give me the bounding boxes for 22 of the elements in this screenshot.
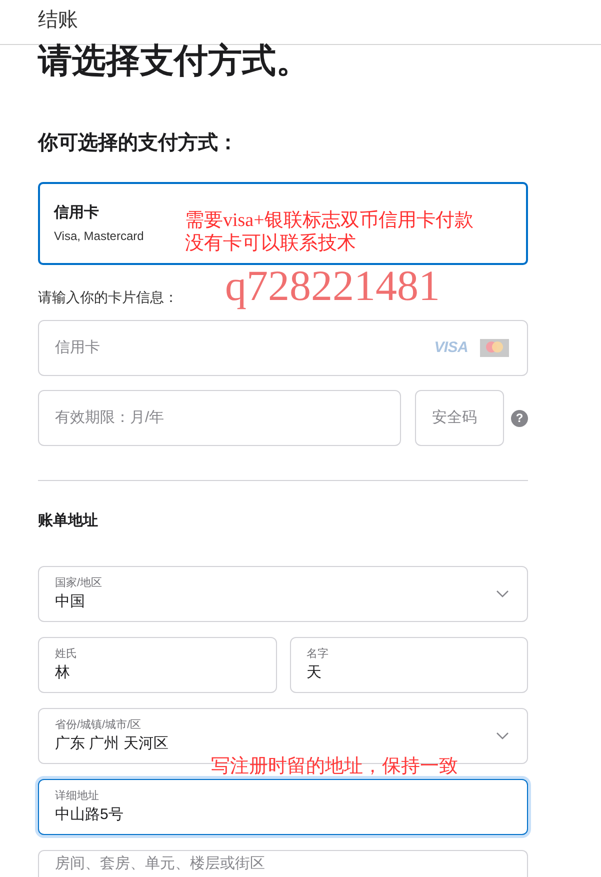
option-subtitle: Visa, Mastercard xyxy=(54,228,144,244)
card-logo-icon xyxy=(480,339,509,357)
section-heading: 你可选择的支付方式： xyxy=(38,131,238,155)
chevron-down-icon xyxy=(496,732,509,740)
input-field[interactable]: 安全码 xyxy=(415,390,504,446)
chevron-down-icon xyxy=(496,590,509,598)
input-field[interactable]: 名字 天 xyxy=(290,637,528,693)
header-title: 结账 xyxy=(38,8,78,32)
help-icon[interactable]: ? xyxy=(511,410,528,426)
annotation-text: 需要visa+银联标志双币信用卡付款 xyxy=(185,209,474,232)
option-title: 信用卡 xyxy=(54,204,99,222)
dropdown-field[interactable]: 国家/地区 中国 xyxy=(38,566,528,622)
section-label: 请输入你的卡片信息： xyxy=(38,288,178,307)
input-field[interactable]: 有效期限：月/年 xyxy=(38,390,401,446)
visa-logo: VISA xyxy=(434,340,468,356)
input-field[interactable]: 信用卡 VISA xyxy=(38,320,528,376)
input-field[interactable]: 详细地址 中山路5号 xyxy=(38,779,528,835)
input-field[interactable]: 姓氏 林 xyxy=(38,637,276,693)
annotation-text: 没有卡可以联系技术 xyxy=(185,232,356,255)
input-field[interactable]: 房间、套房、单元、楼层或街区 xyxy=(38,850,528,877)
annotation-text: q728221481 xyxy=(225,265,440,308)
section-heading: 账单地址 xyxy=(38,511,98,531)
